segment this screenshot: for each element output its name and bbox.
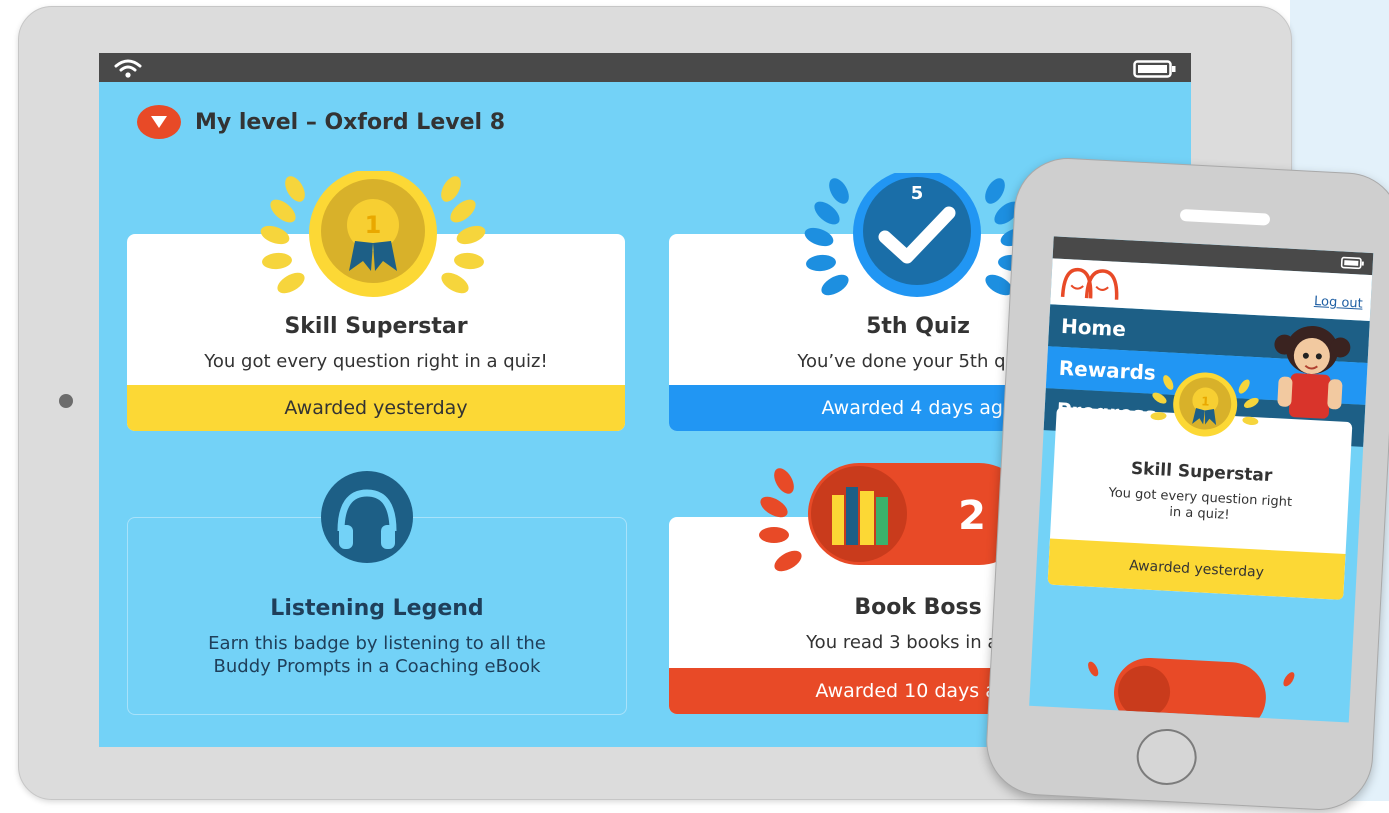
badge-title: Skill Superstar — [284, 314, 468, 339]
medal-number: 1 — [1201, 394, 1210, 408]
app-logo-icon[interactable] — [1059, 265, 1123, 302]
badge-description: You got every question right in a quiz! — [204, 351, 548, 372]
battery-icon — [1133, 60, 1176, 78]
triangle-down-icon — [151, 116, 167, 128]
badge-title: Listening Legend — [270, 596, 484, 621]
gold-medal-icon: 1 — [260, 171, 486, 297]
phone-home-button[interactable] — [1135, 727, 1199, 787]
gold-medal-icon: 1 — [1150, 372, 1259, 437]
level-selector[interactable]: My level – Oxford Level 8 — [137, 105, 505, 139]
status-bar — [99, 53, 1191, 82]
headphones-icon — [321, 471, 413, 563]
wifi-icon — [114, 59, 142, 78]
badge-awarded-footer: Awarded yesterday — [1047, 538, 1346, 600]
badge-description: Earn this badge by listening to all the … — [208, 633, 546, 677]
medal-number: 1 — [365, 211, 382, 239]
badge-awarded-footer: Awarded yesterday — [127, 385, 625, 431]
character-illustration — [1274, 326, 1351, 419]
logout-link[interactable]: Log out — [1314, 294, 1363, 312]
books-icon — [1088, 657, 1295, 721]
level-dropdown-toggle[interactable] — [137, 105, 181, 139]
tablet-home-button — [59, 394, 73, 408]
checkmark-badge-icon: 5 — [804, 173, 1030, 297]
phone-speaker — [1179, 208, 1271, 226]
level-title: My level – Oxford Level 8 — [195, 109, 506, 135]
medal-number: 2 — [958, 493, 986, 539]
phone-device: Log out Home Rewards Progress Skill Supe… — [983, 155, 1389, 813]
medal-number: 5 — [911, 183, 924, 204]
phone-screen: Log out Home Rewards Progress Skill Supe… — [1029, 236, 1374, 723]
battery-icon — [1340, 256, 1364, 270]
badge-description: You got every question right in a quiz! — [1108, 485, 1293, 523]
